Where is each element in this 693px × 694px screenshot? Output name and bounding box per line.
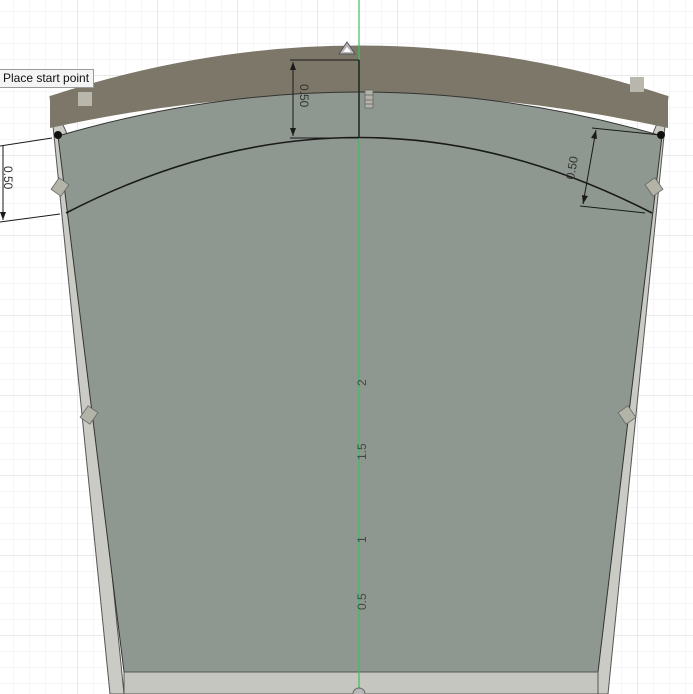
left-notch: [78, 92, 92, 106]
axis-label: 1.5: [355, 443, 369, 460]
vertical-constraint-icon[interactable]: [364, 89, 374, 109]
axis-label: 1: [355, 536, 369, 543]
sketch-point-right[interactable]: [657, 131, 665, 139]
dimension-top-center-label: 0.50: [297, 84, 311, 108]
sketch-canvas[interactable]: 0.50 0.50 0.50 0.5 1 1.5 2: [0, 0, 693, 694]
canvas-viewport[interactable]: 0.50 0.50 0.50 0.5 1 1.5 2 Place start p…: [0, 0, 693, 694]
axis-label: 2: [355, 379, 369, 386]
sketch-point-left[interactable]: [54, 131, 62, 139]
tooltip-place-start-point: Place start point: [0, 69, 95, 88]
right-notch: [630, 77, 644, 92]
dimension-left-label: 0.50: [1, 166, 15, 190]
axis-label: 0.5: [355, 593, 369, 610]
